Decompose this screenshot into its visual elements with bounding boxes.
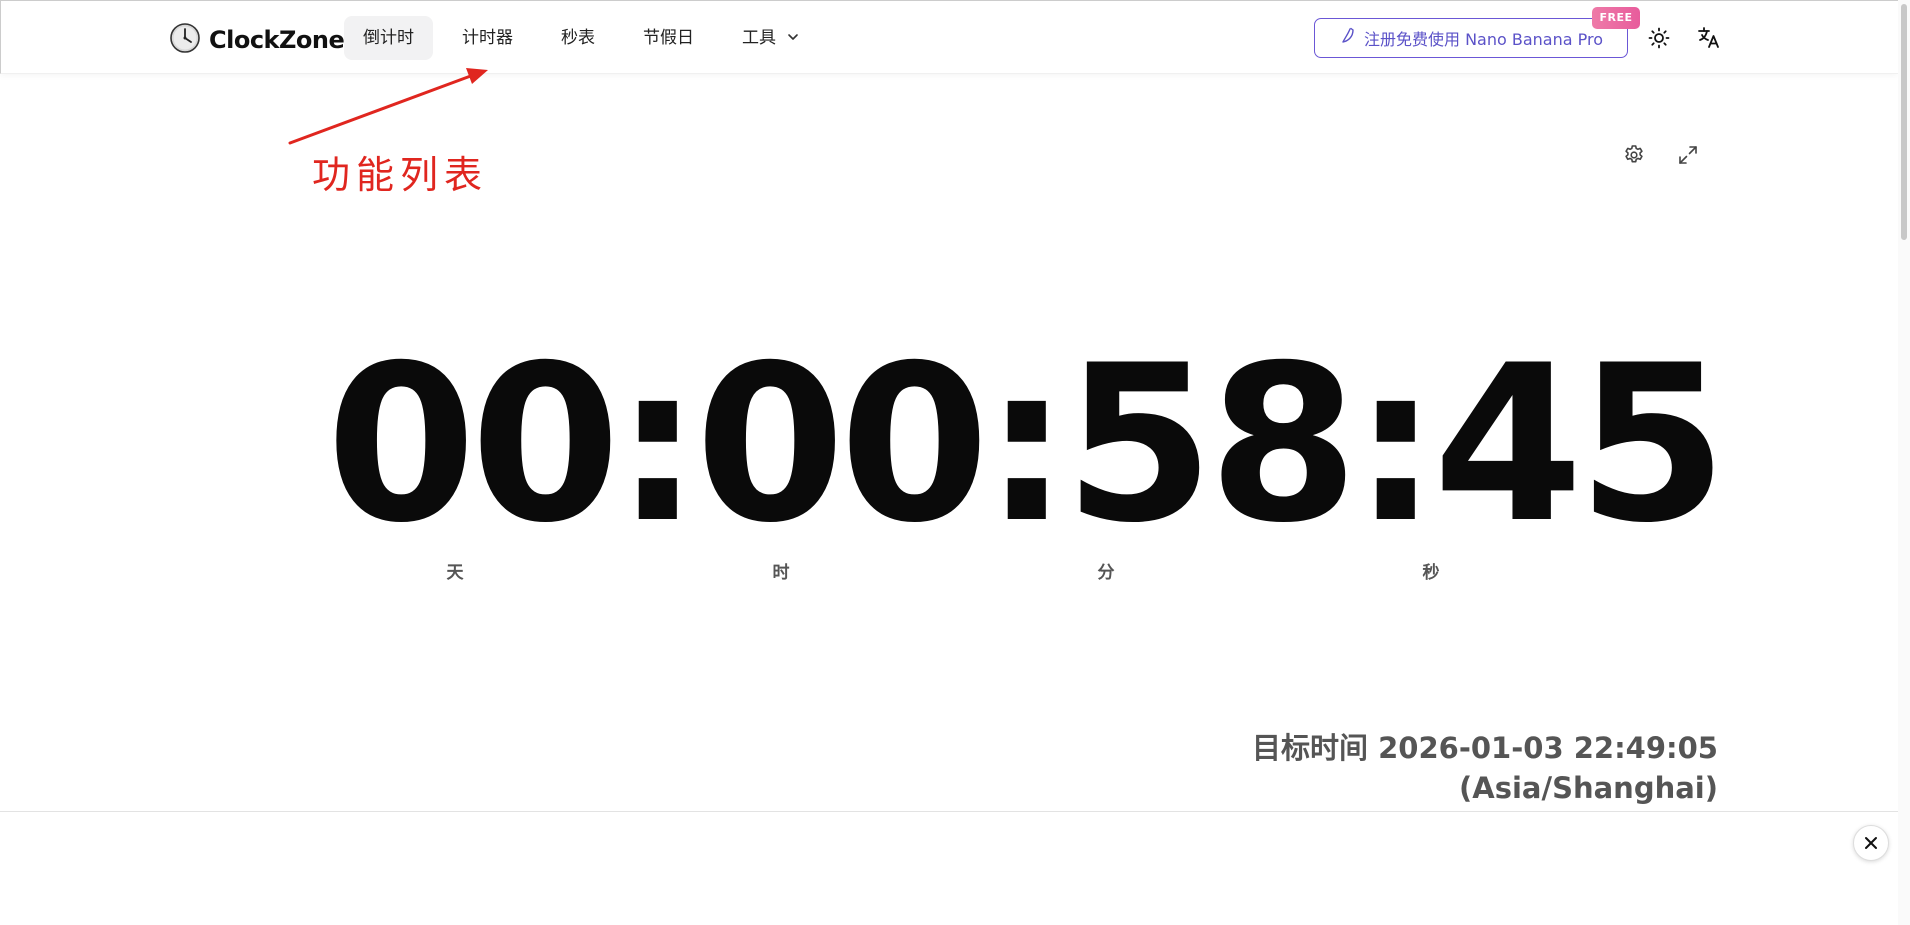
countdown-separator: : [614, 319, 701, 570]
nav-item-countdown[interactable]: 倒计时 [344, 16, 433, 60]
gear-icon[interactable] [1619, 140, 1649, 170]
clock-logo-icon [169, 22, 201, 58]
countdown-display: 00:00:58:45 [326, 319, 1728, 570]
annotation-arrow [288, 68, 488, 145]
promo-signup-button[interactable]: 注册免费使用 Nano Banana Pro [1314, 18, 1628, 58]
chevron-down-icon [787, 16, 799, 60]
sun-icon[interactable] [1644, 23, 1674, 53]
nav-item-timer[interactable]: 计时器 [443, 16, 532, 60]
free-badge: FREE [1592, 7, 1640, 29]
logo[interactable]: ClockZone [169, 22, 345, 58]
promo-label: 注册免费使用 Nano Banana Pro [1363, 30, 1604, 49]
nav-item-tools-label: 工具 [742, 28, 776, 48]
unit-label-days: 天 [446, 563, 464, 583]
nav-item-holidays[interactable]: 节假日 [624, 16, 713, 60]
countdown-days: 00 [326, 319, 621, 570]
annotation-text: 功能列表 [312, 153, 489, 197]
logo-text: ClockZone [209, 26, 345, 54]
countdown-separator: : [983, 319, 1070, 570]
countdown-hours: 00 [694, 319, 990, 570]
banana-icon [1339, 27, 1364, 49]
unit-label-seconds: 秒 [1422, 563, 1440, 583]
target-time: 目标时间 2026-01-03 22:49:05 (Asia/Shanghai) [1252, 728, 1718, 808]
target-time-datetime: 目标时间 2026-01-03 22:49:05 [1252, 731, 1718, 765]
unit-label-minutes: 分 [1097, 563, 1115, 583]
page: ClockZone 倒计时 计时器 秒表 节假日 工具 注册免费使用 Nano … [0, 0, 1910, 925]
countdown-seconds: 45 [1432, 319, 1728, 570]
unit-label-hours: 时 [772, 563, 790, 583]
countdown-minutes: 58 [1063, 319, 1359, 570]
scrollbar-thumb[interactable] [1901, 4, 1907, 240]
nav-item-tools[interactable]: 工具 [723, 16, 818, 60]
nav-item-stopwatch[interactable]: 秒表 [542, 16, 614, 60]
translate-icon[interactable] [1694, 23, 1724, 53]
countdown-separator: : [1352, 319, 1439, 570]
expand-icon[interactable] [1673, 140, 1703, 170]
target-time-zone: (Asia/Shanghai) [1459, 771, 1718, 805]
close-icon[interactable] [1853, 825, 1889, 861]
bottom-ad-bar [0, 811, 1898, 925]
main-nav: 倒计时 计时器 秒表 节假日 工具 [344, 16, 828, 60]
